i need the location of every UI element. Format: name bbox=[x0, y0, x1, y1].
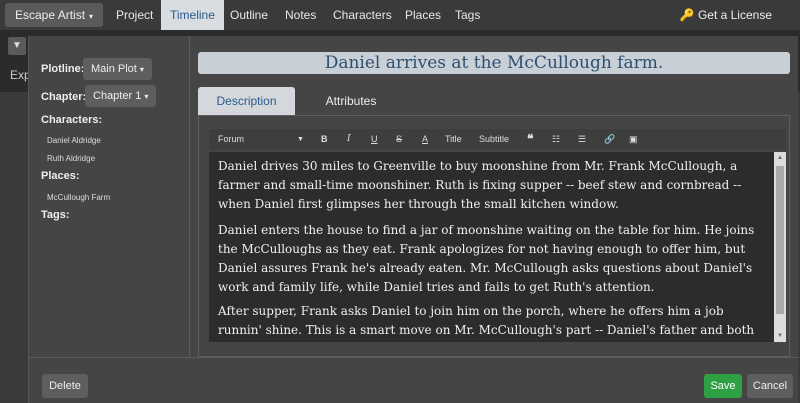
key-icon: 🔑 bbox=[679, 8, 695, 22]
title-button[interactable]: Title bbox=[445, 129, 462, 150]
cancel-button[interactable]: Cancel bbox=[747, 374, 793, 398]
top-nav: Escape Artist ▾ Project Timeline Outline … bbox=[0, 0, 800, 30]
caret-down-icon: ▼ bbox=[297, 136, 304, 143]
nav-tab-project[interactable]: Project bbox=[116, 0, 153, 30]
tab-attributes[interactable]: Attributes bbox=[301, 87, 401, 115]
footer-divider bbox=[29, 357, 799, 358]
editor-toolbar: Forum ▼ B I U S A Title Subtitle ❝ ☷ ☰ 🔗… bbox=[209, 129, 786, 150]
paragraph: After supper, Frank asks Daniel to join … bbox=[218, 304, 755, 337]
get-license-link[interactable]: 🔑 Get a License bbox=[680, 0, 772, 30]
bold-button[interactable]: B bbox=[321, 129, 328, 150]
license-label: Get a License bbox=[697, 8, 772, 22]
bullet-list-icon[interactable]: ☰ bbox=[578, 129, 586, 150]
plotline-label: Plotline: bbox=[41, 63, 85, 75]
scene-title-input[interactable]: Daniel arrives at the McCullough farm. bbox=[198, 52, 790, 74]
text-color-button[interactable]: A bbox=[422, 129, 428, 150]
plotline-dropdown[interactable]: Main Plot ▾ bbox=[83, 58, 152, 80]
brand-menu[interactable]: Escape Artist ▾ bbox=[5, 3, 104, 27]
nav-tab-places[interactable]: Places bbox=[405, 0, 441, 30]
tags-label: Tags: bbox=[41, 209, 70, 221]
character-item[interactable]: Daniel Aldridge bbox=[47, 136, 101, 145]
save-button[interactable]: Save bbox=[704, 374, 742, 398]
ordered-list-icon[interactable]: ☷ bbox=[552, 129, 560, 150]
font-value: Forum bbox=[218, 134, 245, 144]
nav-tab-outline[interactable]: Outline bbox=[230, 0, 268, 30]
scrollbar[interactable]: ▲ ▼ bbox=[774, 152, 786, 342]
description-editor: Forum ▼ B I U S A Title Subtitle ❝ ☷ ☰ 🔗… bbox=[198, 115, 790, 357]
caret-down-icon: ▾ bbox=[89, 12, 94, 21]
strikethrough-button[interactable]: S bbox=[396, 129, 402, 150]
nav-tab-characters[interactable]: Characters bbox=[333, 0, 392, 30]
chapter-value: Chapter 1 bbox=[93, 90, 142, 102]
paragraph: Daniel enters the house to find a jar of… bbox=[218, 223, 755, 294]
nav-tab-timeline[interactable]: Timeline bbox=[161, 0, 224, 30]
nav-tab-tags[interactable]: Tags bbox=[455, 0, 480, 30]
scene-modal: Plotline: Main Plot ▾ Chapter: Chapter 1… bbox=[28, 36, 799, 403]
brand-label: Escape Artist bbox=[15, 8, 86, 22]
caret-down-icon: ▾ bbox=[144, 92, 149, 101]
characters-label: Characters: bbox=[41, 114, 103, 126]
font-select[interactable]: Forum bbox=[218, 129, 244, 150]
character-item[interactable]: Ruth Aldridge bbox=[47, 154, 95, 163]
description-textarea[interactable]: Daniel drives 30 miles to Greenville to … bbox=[209, 152, 786, 342]
column-divider bbox=[189, 36, 190, 357]
plotline-value: Main Plot bbox=[91, 63, 137, 75]
chapter-dropdown[interactable]: Chapter 1 ▾ bbox=[85, 85, 157, 107]
quote-icon[interactable]: ❝ bbox=[527, 129, 533, 150]
scroll-down-icon[interactable]: ▼ bbox=[776, 332, 784, 340]
nav-tab-notes[interactable]: Notes bbox=[285, 0, 316, 30]
delete-button[interactable]: Delete bbox=[42, 374, 88, 398]
place-item[interactable]: McCullough Farm bbox=[47, 193, 110, 202]
caret-down-icon: ▾ bbox=[139, 65, 144, 74]
scrollbar-thumb[interactable] bbox=[776, 166, 784, 314]
link-icon[interactable]: 🔗 bbox=[604, 129, 615, 150]
filter-icon[interactable]: ▼ bbox=[8, 37, 26, 55]
chapter-label: Chapter: bbox=[41, 91, 87, 103]
scroll-up-icon[interactable]: ▲ bbox=[776, 154, 784, 162]
underline-button[interactable]: U bbox=[371, 129, 378, 150]
tab-description[interactable]: Description bbox=[198, 87, 295, 115]
image-icon[interactable]: ▣ bbox=[629, 129, 638, 150]
places-label: Places: bbox=[41, 170, 80, 182]
scene-metadata-panel: Plotline: Main Plot ▾ Chapter: Chapter 1… bbox=[29, 36, 189, 357]
paragraph: Daniel drives 30 miles to Greenville to … bbox=[218, 159, 742, 211]
subtitle-button[interactable]: Subtitle bbox=[479, 129, 509, 150]
italic-button[interactable]: I bbox=[347, 129, 351, 150]
